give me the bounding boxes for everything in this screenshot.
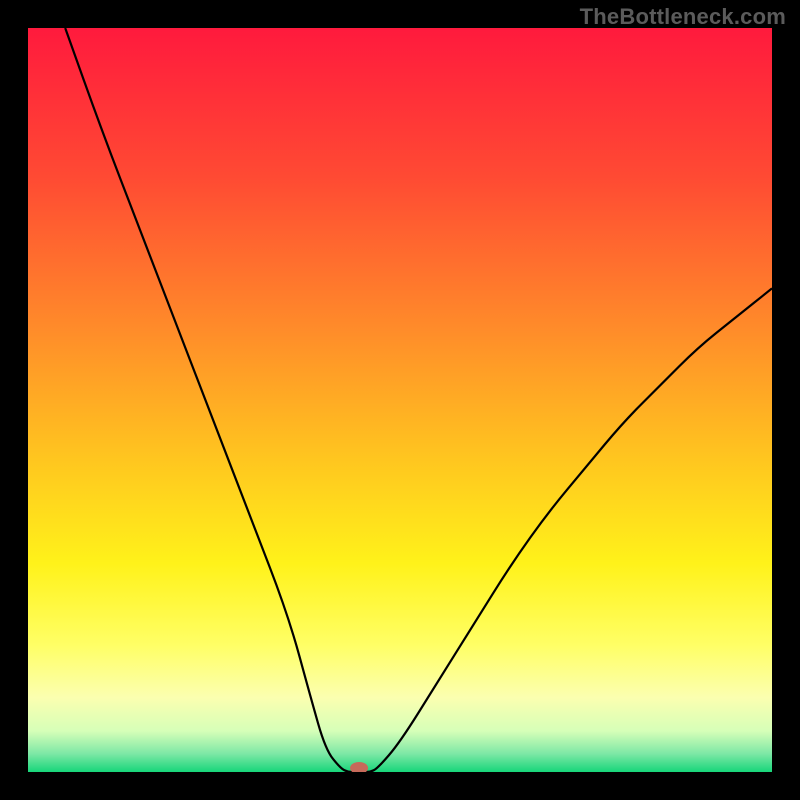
chart-svg	[28, 28, 772, 772]
chart-container: TheBottleneck.com	[0, 0, 800, 800]
gradient-background	[28, 28, 772, 772]
plot-area	[28, 28, 772, 772]
watermark-text: TheBottleneck.com	[580, 4, 786, 30]
